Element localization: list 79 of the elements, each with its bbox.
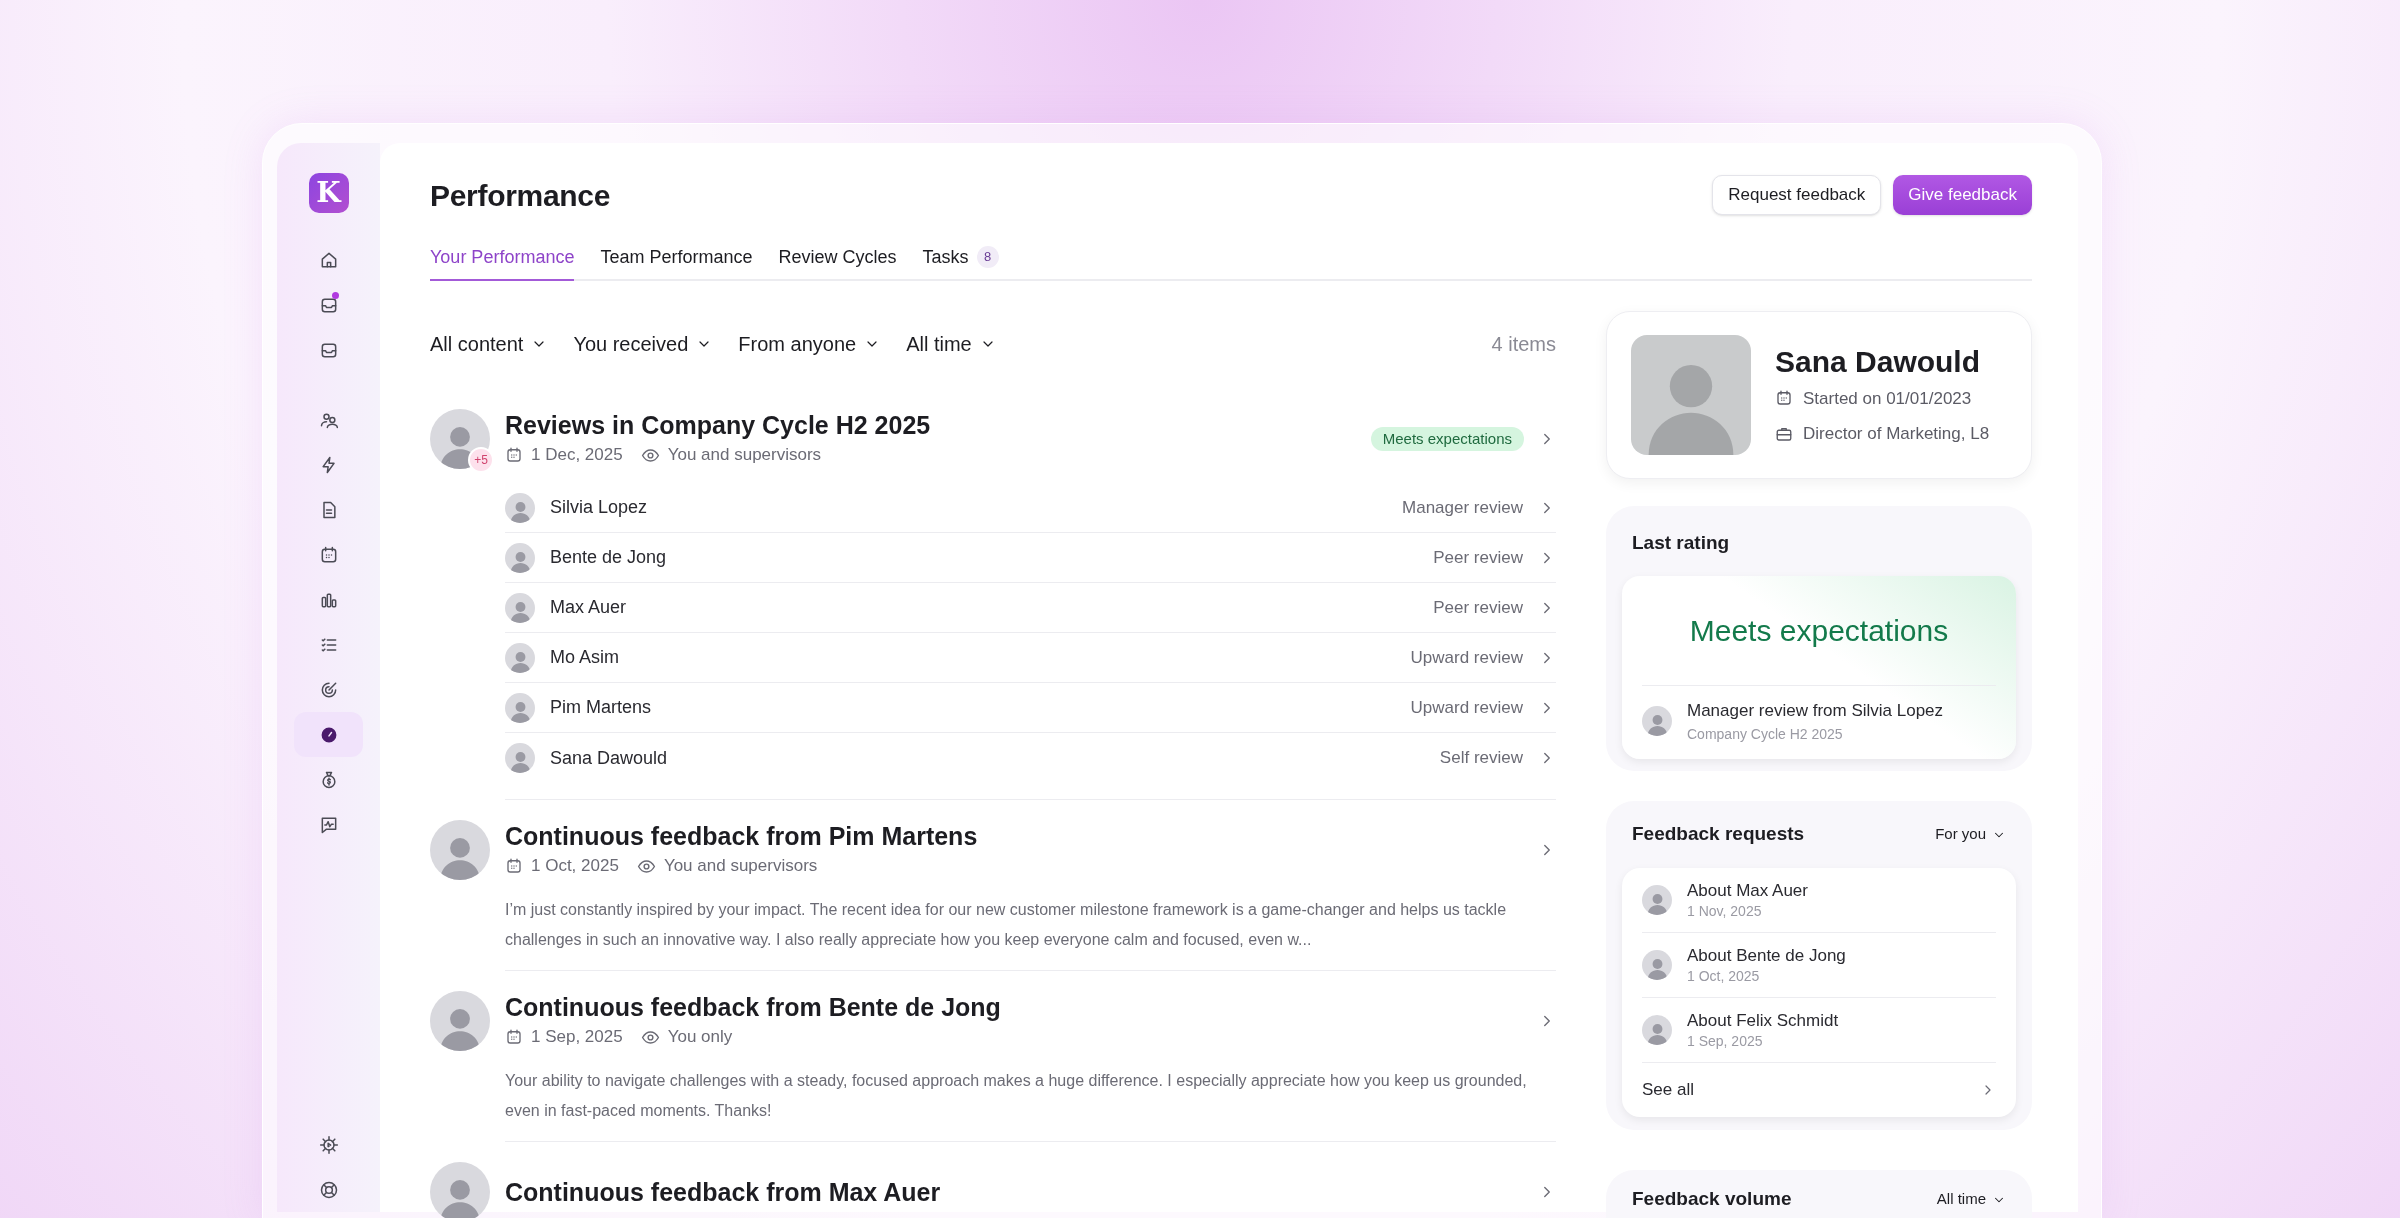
person-silhouette-icon bbox=[439, 1180, 481, 1218]
rating-source: Manager review from Silvia Lopez bbox=[1687, 700, 1944, 722]
job-title: Director of Marketing, L8 bbox=[1803, 423, 1990, 445]
calendar-icon bbox=[505, 857, 523, 875]
filter-dropdown[interactable]: All time bbox=[906, 329, 996, 359]
profile-name: Sana Dawould bbox=[1775, 343, 1982, 380]
request-date: 1 Sep, 2025 bbox=[1687, 1031, 1764, 1050]
reviewer-name: Mo Asim bbox=[550, 646, 620, 669]
request-date: 1 Nov, 2025 bbox=[1687, 901, 1763, 920]
reviewer-name: Silvia Lopez bbox=[550, 496, 649, 519]
review-type: Self review bbox=[1439, 747, 1523, 770]
sidebar-nav-item[interactable] bbox=[294, 712, 363, 757]
feedback-text: Your ability to navigate challenges with a steady, focused approach makes a huge difference. I especially appreciate how you keep us grounded, even in fast-paced moments. Thanks! bbox=[505, 1071, 1528, 1121]
tab[interactable]: Your Performance bbox=[430, 235, 575, 281]
request-date: 1 Oct, 2025 bbox=[1687, 966, 1761, 985]
calendar-icon bbox=[1775, 389, 1793, 408]
filter-dropdown[interactable]: You received bbox=[573, 329, 713, 359]
person-silhouette-icon bbox=[1646, 365, 1736, 455]
review-type: Manager review bbox=[1402, 496, 1523, 519]
rating-badge: Meets expectations bbox=[1370, 427, 1524, 451]
reviewer-name: Max Auer bbox=[550, 596, 628, 619]
request-title: About Bente de Jong bbox=[1687, 944, 1846, 967]
tab[interactable]: Tasks 8 bbox=[922, 235, 999, 281]
person-silhouette-icon bbox=[1646, 958, 1668, 980]
review-type: Peer review bbox=[1433, 596, 1523, 619]
start-date: Started on 01/01/2023 bbox=[1803, 387, 1972, 410]
person-silhouette-icon bbox=[509, 701, 531, 723]
person-silhouette-icon bbox=[509, 601, 531, 623]
see-all-link[interactable]: See all bbox=[1642, 1062, 1996, 1117]
person-silhouette-icon bbox=[439, 838, 481, 880]
tab[interactable]: Review Cycles bbox=[778, 235, 897, 281]
person-silhouette-icon bbox=[1646, 1023, 1668, 1045]
person-silhouette-icon bbox=[509, 752, 531, 773]
app-logo[interactable]: K bbox=[308, 173, 349, 213]
reviewer-name: Bente de Jong bbox=[550, 546, 668, 569]
review-type: Peer review bbox=[1433, 546, 1523, 569]
date-text: 1 Sep, 2025 bbox=[531, 1026, 623, 1049]
feed-item-title: Continuous feedback from Pim Martens bbox=[505, 821, 979, 852]
person-silhouette-icon bbox=[439, 1009, 481, 1051]
person-silhouette-icon bbox=[509, 651, 531, 673]
feed-item-title: Continuous feedback from Max Auer bbox=[505, 1177, 942, 1207]
panel-title: Feedback volume bbox=[1632, 1187, 1792, 1212]
give-feedback-button[interactable]: Give feedback bbox=[1893, 175, 2032, 215]
more-reviewers-badge: +5 bbox=[468, 447, 494, 473]
filter-dropdown[interactable]: All content bbox=[430, 329, 548, 359]
reviewer-name: Sana Dawould bbox=[550, 746, 669, 770]
visibility-text: You and supervisors bbox=[667, 444, 822, 467]
panel-title: Last rating bbox=[1631, 530, 1731, 555]
date-text: 1 Oct, 2025 bbox=[531, 855, 619, 878]
date-text: 1 Dec, 2025 bbox=[531, 444, 623, 467]
item-count: 4 items bbox=[1491, 332, 1556, 357]
review-type: Upward review bbox=[1410, 646, 1523, 669]
person-silhouette-icon bbox=[509, 551, 531, 573]
request-title: About Felix Schmidt bbox=[1687, 1009, 1839, 1032]
tab[interactable]: Team Performance bbox=[600, 235, 753, 281]
lifebuoy-icon bbox=[318, 1179, 339, 1200]
visibility-text: You and supervisors bbox=[663, 855, 818, 878]
person-silhouette-icon bbox=[509, 501, 531, 523]
visibility-text: You only bbox=[667, 1026, 733, 1049]
calendar-icon bbox=[505, 446, 523, 464]
panel-title: Feedback requests bbox=[1632, 822, 1805, 847]
filter-dropdown[interactable]: For you bbox=[1935, 823, 2006, 846]
feedback-text: I’m just constantly inspired by your impact. The recent idea for our new customer milestone framework is a game-changer and helps us tackle challenges in such an innovative way. I also really appreciate how you keep everyone calm and focused, even w... bbox=[505, 900, 1508, 950]
feed-item-title: Continuous feedback from Bente de Jong bbox=[505, 992, 1002, 1023]
request-feedback-button[interactable]: Request feedback bbox=[1712, 175, 1882, 215]
settings-icon bbox=[318, 1134, 339, 1155]
feed-item-title: Reviews in Company Cycle H2 2025 bbox=[505, 410, 932, 441]
count-badge: 8 bbox=[976, 246, 999, 268]
review-cycle-name: Company Cycle H2 2025 bbox=[1687, 724, 1844, 744]
review-type: Upward review bbox=[1410, 696, 1523, 719]
filter-dropdown[interactable]: All time bbox=[1936, 1188, 2006, 1211]
rating-value: Meets expectations bbox=[1642, 576, 1996, 686]
request-title: About Max Auer bbox=[1687, 879, 1808, 902]
calendar-icon bbox=[505, 1028, 523, 1046]
reviewer-name: Pim Martens bbox=[550, 696, 653, 719]
person-silhouette-icon bbox=[1646, 893, 1668, 915]
filter-dropdown[interactable]: From anyone bbox=[738, 329, 881, 359]
person-silhouette-icon bbox=[1646, 715, 1668, 737]
page-title: Performance bbox=[430, 177, 611, 214]
